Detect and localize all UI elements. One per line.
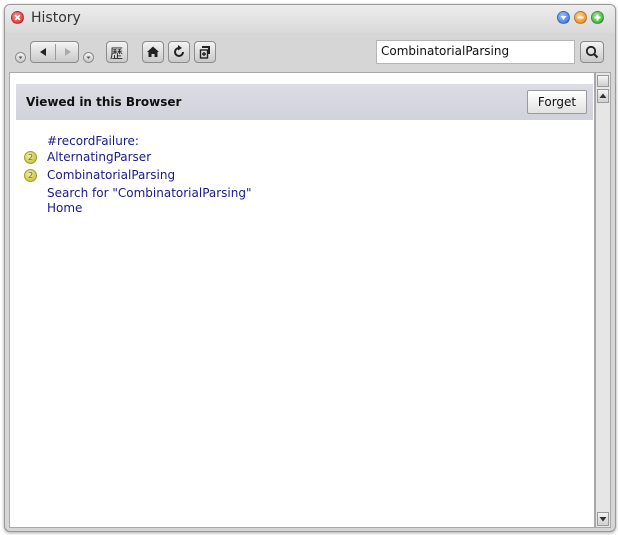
history-item-link[interactable]: CombinatorialParsing: [47, 168, 175, 182]
new-page-icon: [199, 46, 210, 59]
scroll-up-icon: [599, 93, 607, 98]
history-button[interactable]: 歷: [106, 41, 128, 63]
history-window: History 歷 CombinatorialParsing Viewed in…: [4, 4, 616, 532]
minimize-icon[interactable]: [574, 11, 587, 24]
history-item-link[interactable]: AlternatingParser: [47, 150, 151, 164]
visit-count-badge: 2: [24, 151, 37, 164]
home-button[interactable]: [142, 41, 164, 63]
refresh-button[interactable]: [168, 41, 190, 63]
window-title: History: [31, 10, 81, 26]
scroll-down-icon: [599, 517, 607, 522]
back-menu-dropdown[interactable]: [15, 52, 26, 63]
history-item[interactable]: Home: [10, 200, 410, 218]
page-title: Viewed in this Browser: [26, 95, 182, 109]
history-item[interactable]: 2 CombinatorialParsing: [10, 167, 410, 185]
history-item-link[interactable]: Search for "CombinatorialParsing": [47, 186, 252, 200]
history-icon: 歷: [110, 47, 124, 62]
search-icon: [585, 45, 599, 59]
toolbar: 歷 CombinatorialParsing: [5, 33, 615, 71]
vertical-scrollbar[interactable]: [595, 72, 611, 528]
forward-menu-dropdown[interactable]: [83, 52, 94, 63]
back-arrow-icon: [40, 48, 46, 56]
forget-button[interactable]: Forget: [527, 90, 587, 114]
search-input[interactable]: CombinatorialParsing: [376, 40, 575, 64]
back-forward-group: [30, 41, 79, 63]
refresh-icon: [174, 45, 184, 57]
window-menu-icon[interactable]: [557, 11, 570, 24]
scroll-thumb[interactable]: [597, 75, 609, 87]
new-page-button[interactable]: [194, 41, 216, 63]
maximize-icon[interactable]: [591, 11, 604, 24]
back-button[interactable]: [31, 42, 55, 62]
history-item-link[interactable]: Home: [47, 201, 82, 215]
history-item[interactable]: 2 AlternatingParser: [10, 149, 410, 167]
close-icon[interactable]: [11, 11, 24, 24]
forward-arrow-icon: [65, 48, 71, 56]
history-content-pane: Viewed in this Browser Forget #recordFai…: [9, 72, 595, 528]
visit-count-badge: 2: [24, 169, 37, 182]
scroll-down-button[interactable]: [597, 512, 609, 526]
search-button[interactable]: [580, 41, 604, 63]
forward-button[interactable]: [56, 42, 80, 62]
home-icon: [147, 46, 159, 57]
history-item-link[interactable]: #recordFailure:: [47, 134, 139, 148]
history-header: Viewed in this Browser Forget: [16, 84, 593, 120]
title-bar[interactable]: History: [5, 5, 615, 33]
scroll-up-button[interactable]: [597, 89, 609, 103]
